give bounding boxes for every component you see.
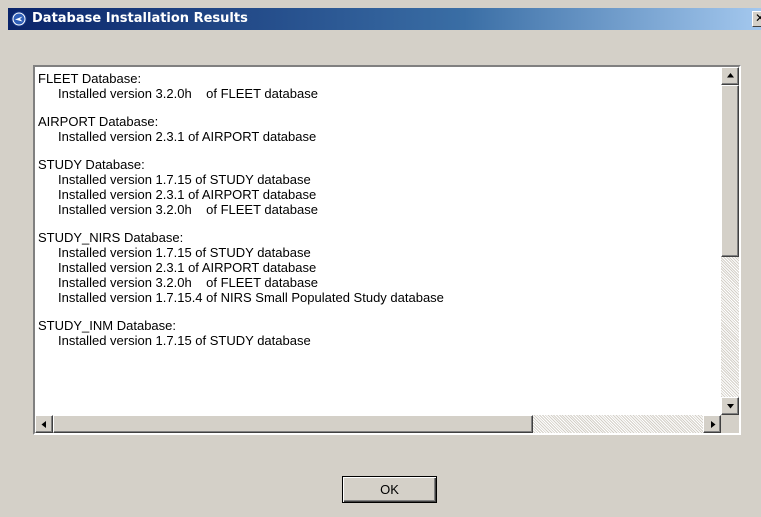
- install-result-line: Installed version 3.2.0h of FLEET databa…: [58, 275, 318, 290]
- arrow-down-icon[interactable]: [721, 397, 739, 415]
- results-lines: FLEET Database: Installed version 3.2.0h …: [38, 71, 444, 348]
- install-result-line: Installed version 2.3.1 of AIRPORT datab…: [58, 260, 317, 275]
- title-bar[interactable]: Database Installation Results ✕: [8, 8, 761, 30]
- results-content: FLEET Database: Installed version 3.2.0h …: [35, 67, 721, 415]
- database-header: STUDY_INM Database:: [38, 318, 176, 333]
- horizontal-scrollbar[interactable]: [35, 415, 721, 433]
- vertical-scrollbar[interactable]: [721, 67, 739, 415]
- install-result-line: Installed version 1.7.15 of STUDY databa…: [58, 333, 311, 348]
- database-header: FLEET Database:: [38, 71, 142, 86]
- install-result-line: Installed version 1.7.15 of STUDY databa…: [58, 245, 311, 260]
- install-result-line: Installed version 1.7.15 of STUDY databa…: [58, 172, 311, 187]
- arrow-right-icon[interactable]: [703, 415, 721, 433]
- window-title: Database Installation Results: [32, 11, 248, 26]
- arrow-left-icon[interactable]: [35, 415, 53, 433]
- install-result-line: Installed version 3.2.0h of FLEET databa…: [58, 86, 318, 101]
- install-result-line: Installed version 2.3.1 of AIRPORT datab…: [58, 187, 317, 202]
- close-icon[interactable]: ✕: [752, 11, 761, 27]
- horizontal-scroll-thumb[interactable]: [53, 415, 533, 433]
- vertical-scroll-thumb[interactable]: [721, 85, 739, 257]
- results-listbox[interactable]: FLEET Database: Installed version 3.2.0h …: [33, 65, 741, 435]
- dialog-window: Database Installation Results ✕ FLEET Da…: [0, 0, 761, 517]
- database-header: STUDY Database:: [38, 157, 145, 172]
- database-header: STUDY_NIRS Database:: [38, 230, 184, 245]
- app-logo-icon: [11, 11, 27, 27]
- database-header: AIRPORT Database:: [38, 114, 159, 129]
- install-result-line: Installed version 1.7.15.4 of NIRS Small…: [58, 290, 444, 305]
- arrow-up-icon[interactable]: [721, 67, 739, 85]
- ok-button[interactable]: OK: [342, 476, 437, 503]
- scrollbar-corner: [721, 415, 739, 433]
- install-result-line: Installed version 3.2.0h of FLEET databa…: [58, 202, 318, 217]
- install-result-line: Installed version 2.3.1 of AIRPORT datab…: [58, 129, 317, 144]
